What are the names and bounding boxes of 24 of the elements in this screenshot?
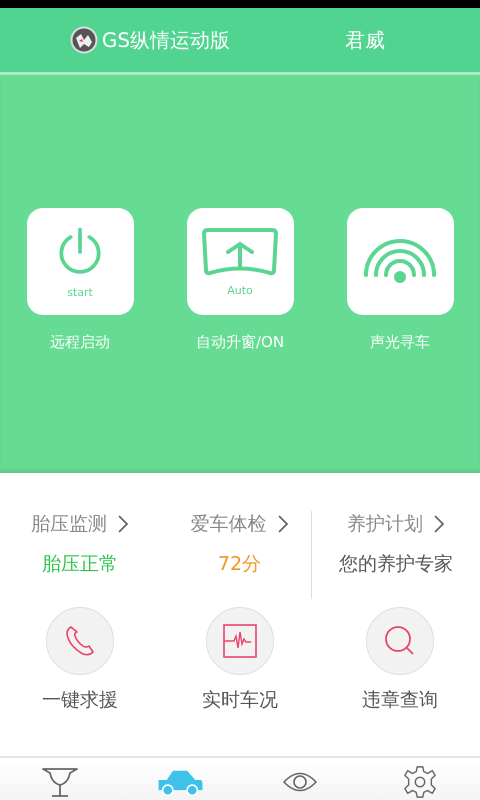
stat-link[interactable]: 养护计划 — [347, 511, 446, 537]
icon-caption: Auto — [227, 284, 253, 297]
chevron-icon — [276, 514, 288, 534]
stat-value: 胎压正常 — [42, 552, 118, 577]
stat-link[interactable]: 胎压监测 — [30, 511, 129, 537]
chevron-icon — [433, 514, 446, 534]
action-label: 声光寻车 — [370, 333, 430, 352]
model-name: GS纵情运动版 — [102, 26, 230, 54]
stat-link[interactable]: 爱车体检 — [190, 511, 288, 537]
tool-label: 违章查询 — [362, 688, 438, 713]
action-label: 远程启动 — [50, 333, 110, 352]
heartbeat-monitor-icon — [223, 624, 257, 658]
car-name: 君威 — [345, 26, 385, 54]
phone-icon — [63, 624, 97, 658]
emblem-icon — [70, 26, 98, 54]
stat-value: 72分 — [218, 552, 262, 577]
action-label: 自动升窗/ON — [196, 333, 284, 352]
action-button[interactable]: Auto — [186, 208, 294, 315]
icon-caption: start — [67, 286, 93, 299]
action-button[interactable]: start — [26, 208, 134, 315]
tool-label: 一键求援 — [42, 688, 118, 713]
tool-label: 实时车况 — [202, 688, 278, 713]
stat-value: 您的养护专家 — [339, 552, 454, 577]
chevron-icon — [116, 514, 129, 534]
